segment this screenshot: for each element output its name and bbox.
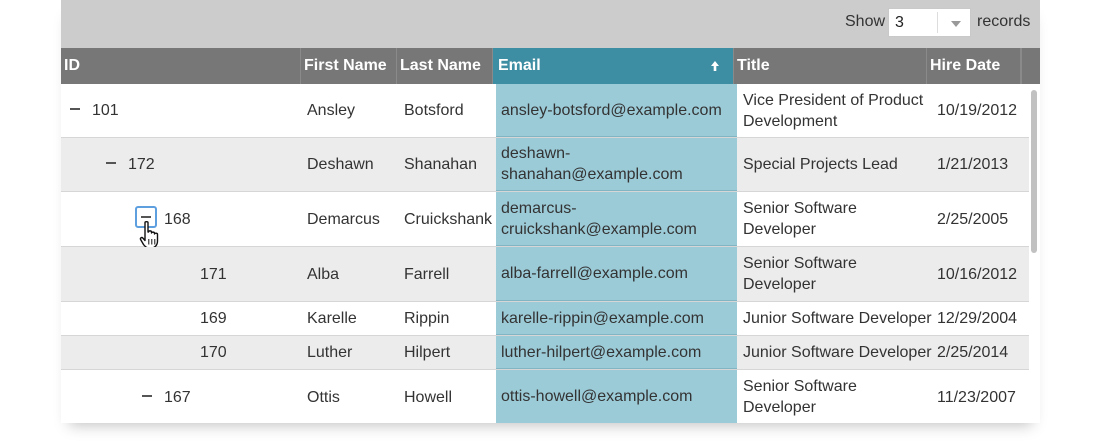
cell-hire-date: 10/16/2012 bbox=[937, 265, 1018, 283]
cell-id: 168 bbox=[164, 210, 191, 228]
grid-header: ID First Name Last Name Email Title Hire… bbox=[61, 48, 1040, 84]
cell-id: 169 bbox=[200, 310, 227, 327]
cell-first-name: Ottis bbox=[307, 388, 340, 406]
column-header-email[interactable]: Email bbox=[493, 48, 734, 84]
cell-title: Junior Software Developer bbox=[743, 344, 932, 361]
cell-email: alba-farrell@example.com bbox=[496, 247, 737, 301]
cell-email: luther-hilpert@example.com bbox=[496, 336, 737, 369]
vertical-scrollbar[interactable] bbox=[1029, 84, 1040, 423]
grid-toolbar: Show 3 records bbox=[61, 0, 1040, 48]
cell-last-name: Shanahan bbox=[404, 156, 477, 173]
cell-id: 172 bbox=[128, 156, 155, 173]
cell-id: 171 bbox=[200, 265, 227, 283]
cell-first-name: Demarcus bbox=[307, 210, 380, 228]
cell-first-name: Alba bbox=[307, 265, 340, 283]
cell-first-name: Luther bbox=[307, 344, 353, 361]
minus-icon bbox=[141, 216, 151, 218]
cell-email: ottis-howell@example.com bbox=[496, 370, 737, 423]
table-row[interactable]: 169 Karelle Rippin karelle-rippin@exampl… bbox=[61, 302, 1029, 336]
show-label: Show bbox=[845, 13, 886, 30]
cell-title: Senior Software Developer bbox=[743, 255, 857, 293]
table-row[interactable]: 101 Ansley Botsford ansley-botsford@exam… bbox=[61, 84, 1029, 138]
cell-hire-date: 2/25/2014 bbox=[937, 344, 1009, 361]
cell-id: 170 bbox=[200, 344, 227, 361]
cell-email-text: deshawn-shanahan@example.com bbox=[501, 145, 683, 183]
records-label: records bbox=[977, 13, 1031, 30]
column-header-id[interactable]: ID bbox=[61, 48, 301, 84]
table-row[interactable]: 167 Ottis Howell ottis-howell@example.co… bbox=[61, 370, 1029, 423]
column-header-label: Last Name bbox=[400, 57, 481, 74]
column-header-title[interactable]: Title bbox=[734, 48, 927, 84]
cell-hire-date: 12/29/2004 bbox=[937, 310, 1018, 327]
table-row[interactable]: 172 Deshawn Shanahan deshawn-shanahan@ex… bbox=[61, 138, 1029, 192]
cell-title: Junior Software Developer bbox=[743, 310, 932, 327]
cell-email-text: demarcus-cruickshank@example.com bbox=[501, 199, 697, 238]
table-row[interactable]: 171 Alba Farrell alba-farrell@example.co… bbox=[61, 247, 1029, 302]
column-header-label: First Name bbox=[304, 57, 387, 74]
cell-last-name: Cruickshank bbox=[404, 210, 493, 228]
column-header-label: Title bbox=[737, 57, 770, 74]
cell-last-name: Hilpert bbox=[404, 344, 451, 361]
column-header-hire-date[interactable]: Hire Date bbox=[927, 48, 1021, 84]
chevron-down-icon[interactable] bbox=[951, 21, 961, 27]
cell-first-name: Karelle bbox=[307, 310, 357, 327]
column-header-last-name[interactable]: Last Name bbox=[397, 48, 493, 84]
grid-body: 101 Ansley Botsford ansley-botsford@exam… bbox=[61, 84, 1029, 423]
cell-hire-date: 1/21/2013 bbox=[937, 156, 1009, 173]
cell-title: Senior Software Developer bbox=[743, 378, 857, 416]
table-row[interactable]: 170 Luther Hilpert luther-hilpert@exampl… bbox=[61, 336, 1029, 370]
cell-hire-date: 11/23/2007 bbox=[937, 388, 1016, 406]
hand-cursor-icon bbox=[139, 220, 159, 249]
cell-id: 101 bbox=[92, 102, 119, 119]
table-row[interactable]: 168 Demarcus Cruickshank demarcus-cruick… bbox=[61, 192, 1029, 249]
cell-last-name: Howell bbox=[404, 388, 453, 406]
header-scroll-cap bbox=[1021, 48, 1040, 84]
cell-hire-date: 2/25/2005 bbox=[937, 210, 1009, 228]
cell-email: ansley-botsford@example.com bbox=[496, 84, 737, 137]
cell-email: demarcus-cruickshank@example.com bbox=[496, 192, 737, 246]
cell-title: Senior Software Developer bbox=[743, 200, 857, 238]
minus-icon[interactable] bbox=[106, 162, 116, 164]
page-size-value: 3 bbox=[895, 14, 904, 31]
cell-title: Special Projects Lead bbox=[743, 156, 898, 173]
column-header-first-name[interactable]: First Name bbox=[301, 48, 397, 84]
column-header-label: Email bbox=[498, 57, 541, 74]
cell-last-name: Rippin bbox=[404, 310, 450, 327]
minus-icon[interactable] bbox=[70, 108, 80, 110]
cell-email: karelle-rippin@example.com bbox=[496, 302, 737, 335]
cell-last-name: Botsford bbox=[404, 102, 464, 119]
cell-first-name: Deshawn bbox=[307, 156, 374, 173]
minus-icon[interactable] bbox=[142, 395, 152, 397]
cell-first-name: Ansley bbox=[307, 102, 356, 119]
select-divider bbox=[937, 12, 938, 33]
page-size-select[interactable]: 3 bbox=[888, 8, 971, 37]
cell-hire-date: 10/19/2012 bbox=[937, 102, 1018, 119]
column-header-label: ID bbox=[64, 57, 80, 74]
cell-id: 167 bbox=[164, 388, 191, 406]
arrow-up-icon bbox=[711, 61, 719, 71]
cell-email: deshawn-shanahan@example.com bbox=[496, 138, 737, 191]
cell-last-name: Farrell bbox=[404, 265, 450, 283]
scrollbar-thumb[interactable] bbox=[1031, 90, 1037, 253]
tree-grid: Show 3 records ID First Name Last Name E… bbox=[61, 0, 1040, 423]
cell-title: Vice President of Product Development bbox=[743, 91, 924, 130]
column-header-label: Hire Date bbox=[930, 57, 1001, 74]
